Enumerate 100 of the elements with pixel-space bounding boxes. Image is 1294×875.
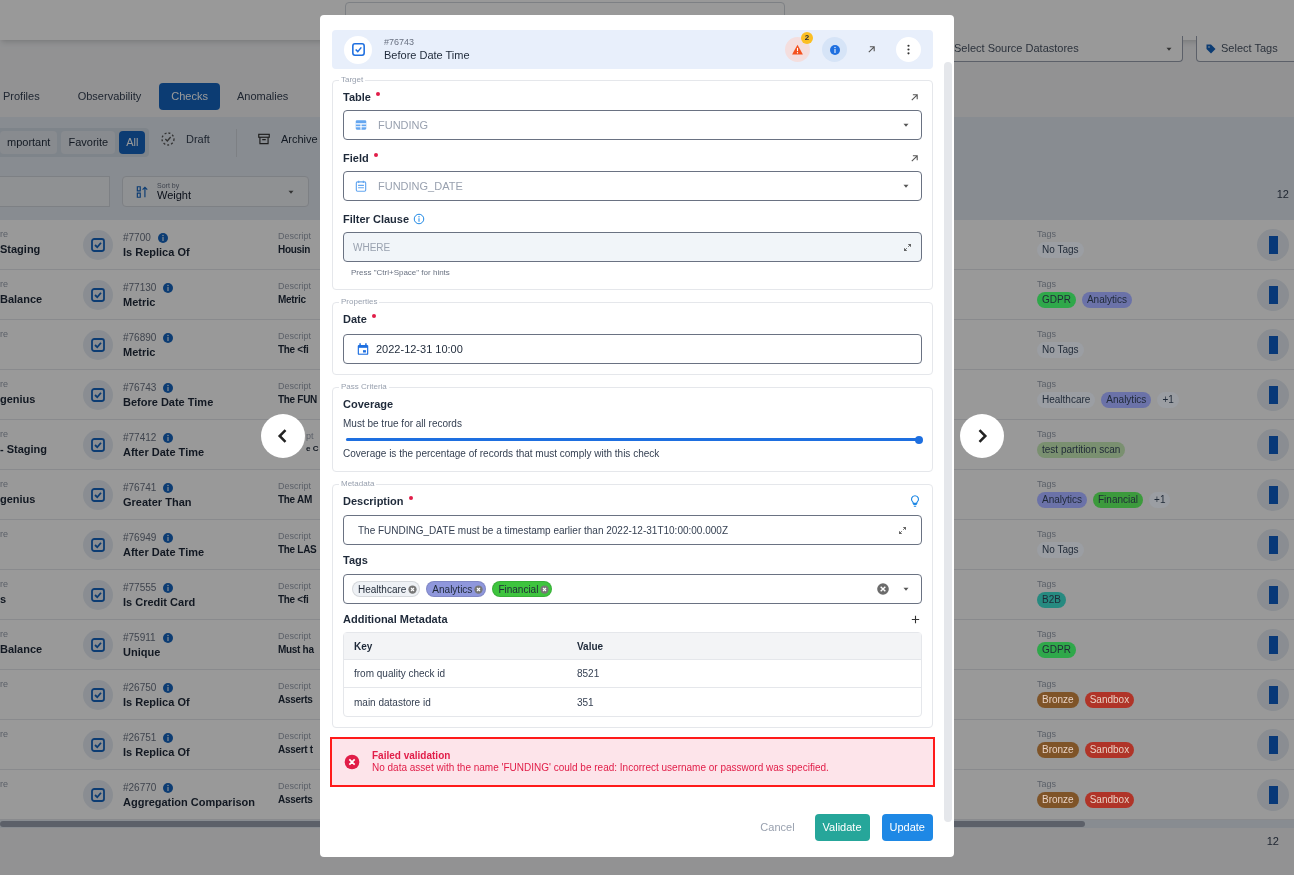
tab[interactable]: Profiles — [3, 83, 40, 110]
field-label: Descript — [278, 532, 311, 541]
check-name: Before Date Time — [384, 50, 470, 61]
field-label: Tags — [1037, 680, 1057, 689]
select-placeholder: Select Tags — [1221, 41, 1278, 57]
tab[interactable]: Observability — [77, 83, 142, 110]
date-value: 2022-12-31 10:00 — [376, 341, 463, 357]
archived-button[interactable]: Archive — [257, 131, 318, 148]
description-value: The FUNDING_DATE must be a timestamp earlier than 2022-12-31T10:00:00.000Z — [358, 523, 728, 538]
row-action-button[interactable] — [1257, 678, 1289, 711]
tab[interactable]: Checks — [159, 83, 220, 110]
check-name: Aggregation Comparison — [123, 796, 256, 808]
row-action-button[interactable] — [1257, 378, 1289, 411]
error-title: Failed validation — [372, 749, 452, 762]
tag: Bronze — [1037, 792, 1079, 808]
filter-button[interactable]: Favorite — [61, 131, 116, 154]
description-text: Asserts — [278, 795, 313, 805]
check-id: #77412 — [123, 432, 157, 443]
info-icon — [162, 731, 175, 744]
check-id: #76743 — [123, 382, 157, 393]
row-action-button[interactable] — [1257, 278, 1289, 311]
hint-text: Press "Ctrl+Space" for hints — [351, 267, 451, 279]
tag-chip[interactable]: Financial — [492, 581, 553, 597]
validate-button[interactable]: Validate — [814, 814, 870, 841]
bar-icon — [1268, 785, 1278, 804]
description-text: The <fi — [278, 595, 309, 605]
tag-chip[interactable]: Healthcare — [352, 581, 421, 597]
bar-icon — [1268, 285, 1278, 304]
description-field[interactable]: The FUNDING_DATE must be a timestamp earlier than 2022-12-31T10:00:00.000Z — [343, 515, 922, 545]
bar-icon — [1268, 735, 1278, 754]
field-label: Tags — [1037, 780, 1057, 789]
check-name: Unique — [123, 646, 162, 658]
count-label: 12 — [1276, 187, 1289, 202]
help-text: Coverage is the percentage of records that must comply with this check — [343, 447, 661, 461]
tag: Sandbox — [1084, 742, 1135, 758]
row-action-button[interactable] — [1257, 628, 1289, 661]
tag: Bronze — [1037, 742, 1079, 758]
menu-button[interactable] — [896, 37, 921, 62]
check-name: Is Replica Of — [123, 696, 191, 708]
tag: Healthcare — [1037, 392, 1096, 408]
slider-thumb[interactable] — [915, 435, 923, 444]
section-legend: Properties — [339, 296, 380, 308]
error-icon — [344, 754, 360, 770]
row-action-button[interactable] — [1257, 478, 1289, 511]
field-placeholder: WHERE — [353, 240, 391, 255]
info-icon — [161, 631, 174, 644]
field-label: Coverage — [343, 396, 394, 412]
draft-button[interactable]: Draft — [160, 131, 210, 148]
row-action-button[interactable] — [1257, 728, 1289, 761]
plus-icon — [909, 613, 921, 625]
sort-value: Weight — [157, 190, 192, 201]
check-id: #7700 — [123, 232, 151, 243]
date-field[interactable]: 2022-12-31 10:00 — [343, 334, 922, 364]
row-action-button[interactable] — [1257, 228, 1289, 261]
remove-icon — [408, 584, 418, 594]
row-action-button[interactable] — [1257, 428, 1289, 461]
tab[interactable]: Anomalies — [236, 83, 289, 110]
info-icon — [162, 681, 175, 694]
description-text: The AM — [278, 495, 312, 505]
checklist-icon — [349, 41, 367, 58]
check-name: Is Credit Card — [123, 596, 197, 608]
cancel-button[interactable]: Cancel — [752, 814, 803, 841]
field-label: Descript — [278, 382, 311, 391]
check-name: Metric — [123, 346, 157, 358]
description-text: Asserts — [278, 695, 313, 705]
row-action-button[interactable] — [1257, 528, 1289, 561]
checklist-icon — [89, 335, 107, 354]
row-action-button[interactable] — [1257, 778, 1289, 811]
field-label: Descript — [278, 232, 311, 241]
info-icon — [162, 531, 175, 544]
checklist-icon — [89, 785, 107, 804]
field-label: Filter Clause — [343, 211, 410, 227]
row-action-button[interactable] — [1257, 578, 1289, 611]
column-header: Key — [354, 639, 374, 654]
remove-icon — [474, 584, 484, 594]
field-value: Staging — [0, 244, 42, 255]
checklist-icon — [89, 635, 107, 654]
check-name: After Date Time — [123, 446, 206, 458]
tag: +1 — [1157, 392, 1179, 408]
calendar-list-icon — [354, 179, 368, 193]
bar-icon — [1268, 685, 1278, 704]
description-text: Housin — [278, 245, 311, 255]
info-button[interactable] — [822, 37, 847, 62]
expand-icon — [898, 525, 907, 535]
tag: test partition scan — [1037, 442, 1126, 458]
tag: B2B — [1037, 592, 1066, 608]
row-action-button[interactable] — [1257, 328, 1289, 361]
clear-button[interactable] — [876, 581, 891, 597]
update-button[interactable]: Update — [881, 814, 933, 841]
filter-button[interactable]: mportant — [0, 131, 58, 154]
field-label: Tags — [1037, 580, 1057, 589]
scrollbar-track[interactable] — [944, 62, 952, 822]
warning-button[interactable] — [785, 37, 810, 62]
tag-chip[interactable]: Analytics — [426, 581, 487, 597]
bar-icon — [1268, 335, 1278, 354]
checklist-icon — [89, 285, 107, 304]
check-id: #76890 — [123, 332, 157, 343]
tags-select[interactable]: Select Tags — [1196, 36, 1294, 62]
tags-field[interactable]: Healthcare Analytics Financial — [343, 574, 922, 604]
filter-button[interactable]: All — [119, 131, 146, 154]
